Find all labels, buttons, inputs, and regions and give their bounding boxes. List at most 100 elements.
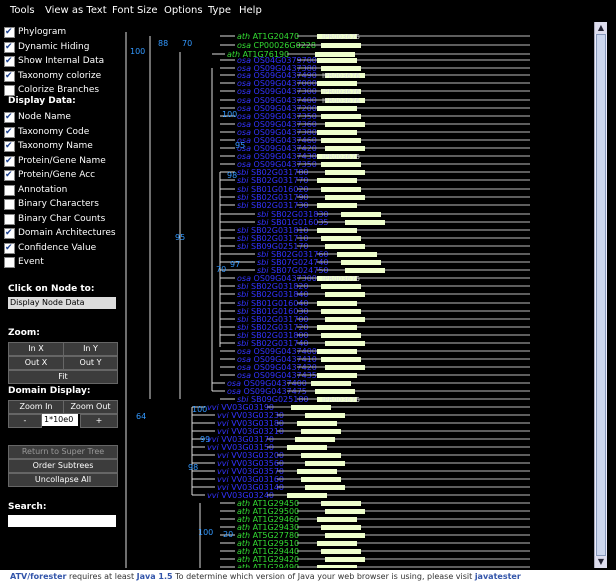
domain-box [337, 252, 377, 257]
checkbox-icon[interactable] [4, 199, 15, 210]
domain-box [317, 203, 357, 208]
zoom-fit-button[interactable]: Fit [8, 370, 118, 384]
order-subtrees-button[interactable]: Order Subtrees [8, 459, 118, 473]
menu-type[interactable]: Type [208, 5, 231, 16]
domain-box [317, 517, 357, 522]
checkbox-label: Binary Char Counts [18, 213, 106, 224]
domain-box [301, 477, 341, 482]
zoom-out-y-button[interactable]: Out Y [63, 356, 118, 370]
checkbox-icon[interactable] [4, 168, 15, 182]
taxonomy-code: vvi [207, 491, 221, 500]
checkbox-icon[interactable] [4, 110, 15, 124]
scroll-up-arrow-icon[interactable]: ▲ [595, 22, 607, 34]
domain-box [325, 170, 365, 175]
menu-view-as-text[interactable]: View as Text [45, 5, 107, 16]
tree-panel[interactable]: ath AT1G20470 IPR003676 osa CP00026G0228 at… [120, 22, 590, 568]
javatester-link[interactable]: javatester [475, 572, 521, 581]
domain-box [315, 389, 355, 394]
domain-box [325, 292, 365, 297]
domain-display-heading: Domain Display: [8, 386, 91, 396]
domain-box [325, 146, 365, 151]
menu-options[interactable]: Options [164, 5, 203, 16]
checkbox-label: Taxonomy Code [18, 126, 90, 137]
checkbox-icon[interactable] [4, 226, 15, 240]
support-value: 100 [192, 405, 207, 414]
domain-minus-button[interactable]: - [8, 414, 42, 428]
checkbox-icon[interactable] [4, 69, 15, 83]
domain-box [317, 541, 357, 546]
domain-box [325, 557, 365, 562]
taxonomy-code: sbi [237, 201, 251, 210]
support-value: 98 [188, 463, 198, 472]
checkbox-icon[interactable] [4, 213, 15, 225]
taxonomy-code: sbi [237, 242, 251, 251]
domain-label: IPR003676 [322, 153, 360, 161]
search-input[interactable] [8, 515, 116, 527]
checkbox-icon[interactable] [4, 25, 15, 39]
scroll-thumb[interactable] [596, 34, 606, 556]
click-on-node-heading: Click on Node to: [8, 284, 95, 294]
return-to-super-tree-button[interactable]: Return to Super Tree [8, 445, 118, 459]
domain-box [321, 187, 361, 192]
domain-box [317, 349, 357, 354]
zoom-in-x-button[interactable]: In X [8, 342, 64, 356]
uncollapse-all-button[interactable]: Uncollapse All [8, 473, 118, 487]
domain-scale-field[interactable]: 1*10e0 [42, 414, 78, 426]
menu-tools[interactable]: Tools [10, 5, 35, 16]
support-value: 64 [136, 412, 146, 421]
checkbox-label: Binary Characters [18, 199, 99, 209]
support-value: 95 [175, 233, 185, 242]
vertical-scrollbar[interactable]: ▲ ▼ [594, 22, 607, 568]
scroll-down-arrow-icon[interactable]: ▼ [595, 556, 607, 568]
checkbox-icon[interactable] [4, 40, 15, 54]
taxonomy-code: sbi [237, 290, 251, 299]
domain-plus-button[interactable]: + [80, 414, 118, 428]
menu-help[interactable]: Help [239, 5, 262, 16]
zoom-in-y-button[interactable]: In Y [63, 342, 118, 356]
checkbox-label: Event [18, 257, 44, 267]
domain-box [325, 122, 365, 127]
domain-box [287, 493, 327, 498]
checkbox-icon[interactable] [4, 184, 15, 196]
domain-box [321, 43, 361, 48]
domain-box [321, 501, 361, 506]
domain-box [317, 58, 357, 63]
domain-box [317, 325, 357, 330]
domain-box [325, 341, 365, 346]
checkbox-label: Annotation [18, 184, 68, 195]
checkbox-icon[interactable] [4, 257, 15, 268]
menu-font-size[interactable]: Font Size [112, 5, 157, 16]
phylogenetic-tree[interactable]: ath AT1G20470 IPR003676osa CP00026G0228at… [120, 22, 590, 568]
support-value: 100 [222, 110, 237, 119]
zoom-out-x-button[interactable]: Out X [8, 356, 64, 370]
search-heading: Search: [8, 502, 47, 512]
domain-box [317, 373, 357, 378]
domain-box [321, 284, 361, 289]
domain-zoom-in-button[interactable]: Zoom In [8, 400, 64, 414]
domain-box [321, 549, 361, 554]
domain-label: IPR003676 [322, 33, 360, 41]
checkbox-icon[interactable] [4, 154, 15, 168]
support-value: 100 [198, 528, 213, 537]
click-on-node-select[interactable]: Display Node Data [8, 297, 116, 309]
domain-zoom-out-button[interactable]: Zoom Out [63, 400, 118, 414]
domain-label: IPR003676 [322, 275, 360, 283]
support-value: 97 [230, 260, 240, 269]
atv-applet: Tools View as Text Font Size Options Typ… [0, 0, 616, 570]
java-link[interactable]: Java 1.5 [137, 572, 173, 581]
footer-text-2: To determine which version of Java your … [172, 572, 475, 581]
checkbox-icon[interactable] [4, 139, 15, 153]
checkbox-icon[interactable] [4, 54, 15, 68]
leaf-label[interactable]: ath AT1G20470 [237, 32, 299, 41]
taxonomy-code: sbi [237, 176, 251, 185]
checkbox-icon[interactable] [4, 85, 15, 96]
domain-box [325, 533, 365, 538]
checkbox-icon[interactable] [4, 125, 15, 139]
checkbox-label: Domain Architectures [18, 228, 116, 238]
atv-forester-link[interactable]: ATV/forester [10, 572, 66, 581]
support-value: 100 [130, 47, 145, 56]
leaf-label[interactable]: ath AT1G29490 [237, 563, 299, 568]
menu-bar: Tools View as Text Font Size Options Typ… [0, 0, 616, 20]
domain-box [317, 228, 357, 233]
checkbox-icon[interactable] [4, 241, 15, 255]
